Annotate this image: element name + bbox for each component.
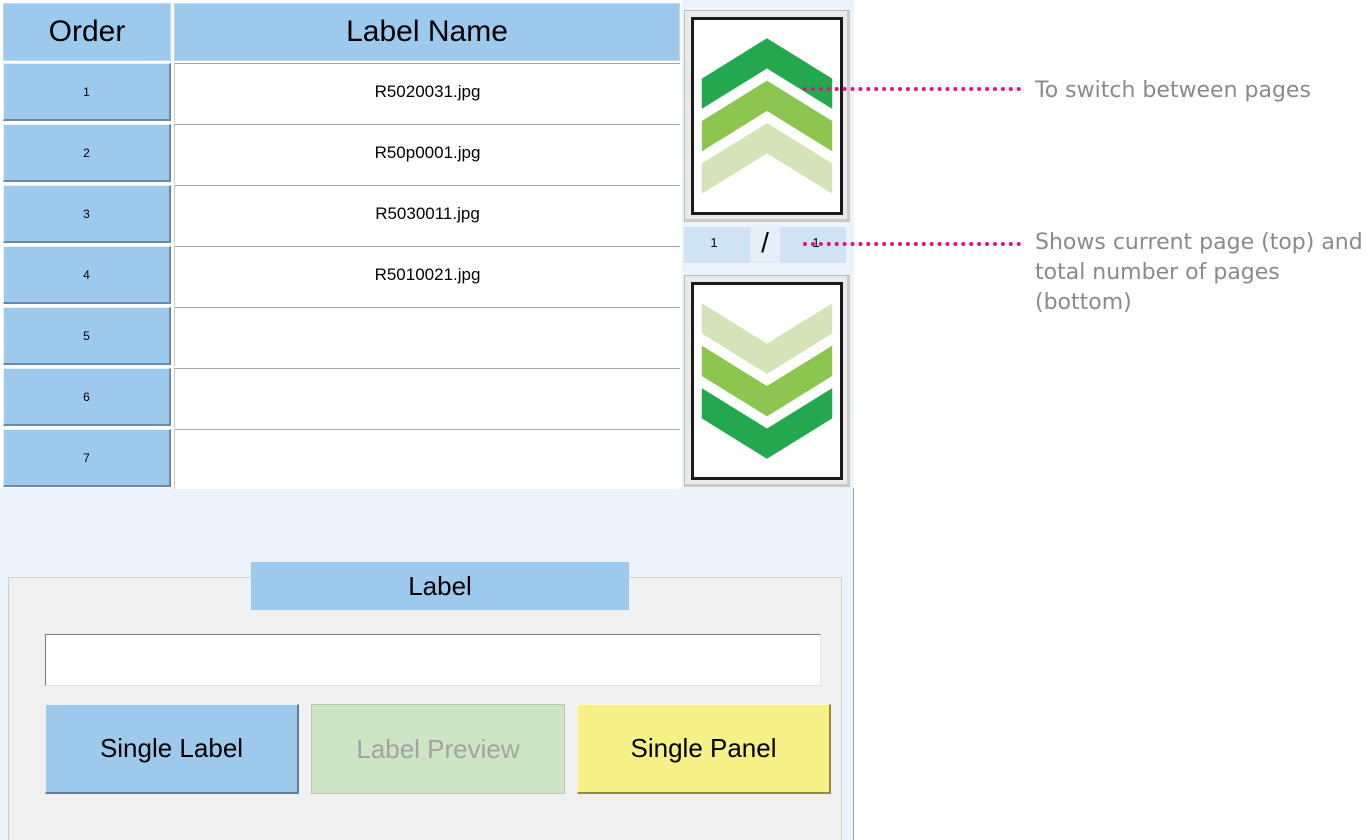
order-cell[interactable]: 3 [3,185,171,243]
order-cell[interactable]: 6 [3,368,171,426]
page-up-button[interactable] [684,10,850,222]
page-separator: / [750,227,780,263]
page-up-face [691,17,843,215]
table-row[interactable]: 7 [0,429,682,489]
table-row[interactable]: 4 R5010021.jpg [0,246,682,306]
label-order-panel: Order Label Name 1 R5020031.jpg 2 R50p00… [0,0,854,840]
label-name-cell[interactable] [174,368,680,428]
table-row[interactable]: 2 R50p0001.jpg [0,124,682,184]
page-down-button[interactable] [684,275,850,487]
label-group-title: Label [251,562,629,610]
label-name-cell[interactable] [174,429,680,489]
label-input[interactable] [45,634,821,686]
order-cell[interactable]: 5 [3,307,171,365]
order-cell[interactable]: 7 [3,429,171,487]
single-label-button[interactable]: Single Label [45,704,299,794]
label-name-cell[interactable]: R5030011.jpg [174,185,680,245]
table-row[interactable]: 3 R5030011.jpg [0,185,682,245]
label-table: Order Label Name 1 R5020031.jpg 2 R50p00… [0,0,682,489]
label-name-cell[interactable]: R50p0001.jpg [174,124,680,184]
column-header-order[interactable]: Order [3,3,171,61]
table-row[interactable]: 6 [0,368,682,428]
column-header-label-name[interactable]: Label Name [174,3,680,61]
chevron-up-icon [701,38,833,194]
table-row[interactable]: 1 R5020031.jpg [0,63,682,123]
label-name-cell[interactable]: R5020031.jpg [174,63,680,123]
order-cell[interactable]: 1 [3,63,171,121]
label-name-cell[interactable] [174,307,680,367]
label-name-cell[interactable]: R5010021.jpg [174,246,680,306]
label-group: Label Single Label Label Preview Single … [8,562,842,840]
current-page-number: 1 [710,235,718,250]
annotation-page-count: Shows current page (top) and total numbe… [1035,230,1363,315]
label-preview-button[interactable]: Label Preview [311,704,565,794]
order-cell[interactable]: 4 [3,246,171,304]
annotation-page-switch: To switch between pages [1035,78,1311,103]
order-cell[interactable]: 2 [3,124,171,182]
chevron-down-icon [701,303,833,459]
annotation-leader-page-switch [803,87,1021,91]
table-row[interactable]: 5 [0,307,682,367]
annotation-leader-page-count [803,242,1021,246]
page-down-face [691,282,843,480]
single-panel-button[interactable]: Single Panel [577,704,831,794]
